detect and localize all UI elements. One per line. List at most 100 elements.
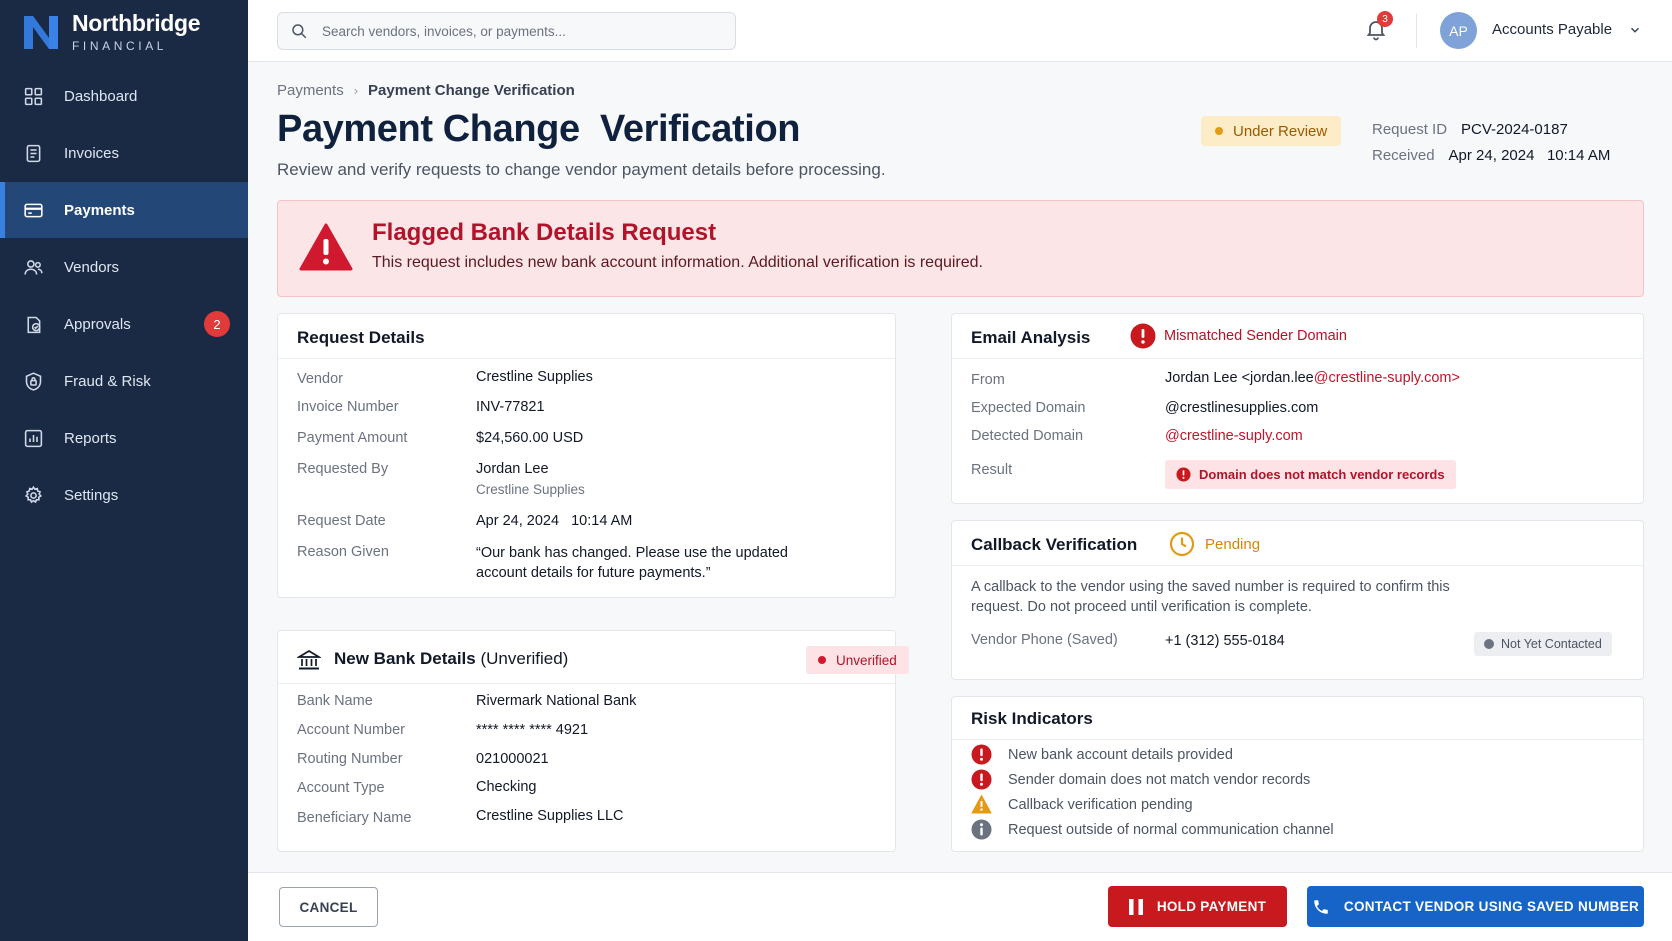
sidebar-item-label: Payments [64, 201, 135, 219]
divider [278, 358, 895, 359]
bank-icon [297, 650, 321, 670]
result-label: Result [971, 462, 1013, 478]
routing-number-value: 021000021 [476, 751, 549, 767]
chevron-down-icon[interactable] [1628, 23, 1642, 37]
sidebar-item-label: Invoices [64, 144, 120, 162]
divider [1416, 14, 1417, 48]
vendor-label: Vendor [297, 371, 343, 387]
warning-triangle-icon [971, 795, 992, 814]
hold-payment-button[interactable]: HOLD PAYMENT [1108, 886, 1287, 927]
sidebar-item-dashboard[interactable]: Dashboard [0, 68, 248, 124]
card-title: Request Details [297, 328, 425, 347]
mismatch-label: Mismatched Sender Domain [1164, 328, 1347, 344]
status-label: Under Review [1233, 122, 1328, 140]
notification-count-badge: 3 [1377, 11, 1393, 27]
pause-icon [1128, 898, 1143, 915]
detected-domain-value: @crestline-suply.com [1165, 428, 1303, 444]
account-number-value: **** **** **** 4921 [476, 722, 589, 738]
contact-status-label: Not Yet Contacted [1501, 637, 1602, 651]
from-domain: @crestline-suply.com> [1313, 370, 1460, 386]
result-text: Domain does not match vendor records [1199, 467, 1445, 482]
error-circle-icon [971, 744, 992, 765]
credit-card-icon [22, 199, 44, 221]
result-badge: Domain does not match vendor records [1165, 460, 1456, 489]
card-title: New Bank Details (Unverified) [334, 649, 568, 669]
shield-lock-icon [22, 370, 44, 392]
approvals-count-badge: 2 [204, 311, 230, 337]
beneficiary-label: Beneficiary Name [297, 810, 412, 826]
sidebar-item-vendors[interactable]: Vendors [0, 239, 248, 295]
brand-name: Northbridge [72, 10, 201, 36]
routing-number-label: Routing Number [297, 751, 403, 767]
callback-instructions: A callback to the vendor using the saved… [971, 579, 1450, 615]
risk-item: New bank account details provided [971, 744, 1233, 765]
notifications-button[interactable]: 3 [1364, 11, 1393, 43]
invoice-value: INV-77821 [476, 399, 545, 415]
request-meta: Request ID PCV-2024-0187 Received Apr 24… [1372, 116, 1610, 168]
risk-item: Sender domain does not match vendor reco… [971, 769, 1310, 790]
avatar[interactable]: AP [1440, 12, 1477, 49]
card-title: Email Analysis [971, 328, 1091, 347]
contact-vendor-label: CONTACT VENDOR USING SAVED NUMBER [1343, 899, 1640, 914]
divider [952, 565, 1643, 566]
user-name[interactable]: Accounts Payable [1492, 21, 1612, 38]
breadcrumb: Payments › Payment Change Verification [277, 82, 575, 99]
divider [952, 358, 1643, 359]
sidebar-item-invoices[interactable]: Invoices [0, 125, 248, 181]
vendor-phone-value: +1 (312) 555-0184 [1165, 633, 1285, 649]
account-number-label: Account Number [297, 722, 405, 738]
status-dot [1484, 639, 1494, 649]
breadcrumb-current: Payment Change Verification [368, 82, 575, 99]
search-input[interactable] [322, 23, 722, 39]
sidebar-item-settings[interactable]: Settings [0, 467, 248, 523]
cancel-button[interactable]: CANCEL [279, 887, 378, 927]
page-title: Payment Change Verification [277, 108, 801, 150]
logo[interactable]: Northbridge FINANCIAL [0, 0, 248, 64]
pending-status: Pending [1169, 531, 1260, 557]
from-label: From [971, 372, 1005, 388]
sidebar-item-reports[interactable]: Reports [0, 410, 248, 466]
amount-value: $24,560.00 USD [476, 430, 584, 446]
sidebar-item-approvals[interactable]: Approvals 2 [0, 296, 248, 352]
sidebar-item-fraud-risk[interactable]: Fraud & Risk [0, 353, 248, 409]
gear-icon [22, 484, 44, 506]
risk-item-text: Request outside of normal communication … [1008, 821, 1334, 838]
account-type-value: Checking [476, 779, 537, 795]
request-details-card: Request Details Vendor Crestline Supplie… [277, 313, 896, 598]
sidebar-item-payments[interactable]: Payments [0, 182, 248, 238]
flagged-alert: Flagged Bank Details Request This reques… [277, 200, 1644, 297]
sidebar-item-label: Vendors [64, 258, 120, 276]
bar-chart-icon [22, 427, 44, 449]
mismatch-flag: Mismatched Sender Domain [1130, 323, 1347, 349]
received-date: Apr 24, 2024 10:14 AM [1448, 146, 1611, 164]
hold-payment-label: HOLD PAYMENT [1156, 899, 1267, 914]
error-circle-icon [1130, 323, 1156, 349]
reason-line-2: account details for future payments.” [476, 565, 711, 581]
brand-subtitle: FINANCIAL [72, 39, 168, 53]
account-type-label: Account Type [297, 780, 385, 796]
status-dot [818, 656, 826, 664]
users-icon [22, 256, 44, 278]
sidebar-item-label: Dashboard [64, 87, 138, 105]
contact-vendor-button[interactable]: CONTACT VENDOR USING SAVED NUMBER [1307, 886, 1644, 927]
unverified-label: Unverified [836, 652, 897, 668]
logo-mark-icon [24, 16, 58, 49]
request-id: PCV-2024-0187 [1461, 120, 1568, 138]
requested-by-label: Requested By [297, 461, 389, 477]
divider [952, 739, 1643, 740]
received-label: Received [1372, 146, 1435, 164]
vendor-phone-label: Vendor Phone (Saved) [971, 632, 1118, 648]
risk-indicators-card: Risk Indicators New bank account details… [951, 696, 1644, 852]
bank-details-suffix: (Unverified) [480, 649, 569, 668]
requested-by-value: Jordan Lee [476, 461, 549, 477]
search-box[interactable] [277, 12, 736, 50]
bank-name-value: Rivermark National Bank [476, 693, 637, 709]
callback-verification-card: Callback Verification Pending A callback… [951, 520, 1644, 680]
status-dot [1215, 127, 1223, 135]
phone-icon [1314, 899, 1328, 914]
risk-item: Request outside of normal communication … [971, 819, 1334, 840]
sidebar-nav: Dashboard Invoices Payments Vendors Appr… [0, 68, 248, 523]
expected-domain-value: @crestlinesupplies.com [1165, 400, 1319, 416]
divider [278, 683, 895, 684]
breadcrumb-link-payments[interactable]: Payments [277, 82, 344, 99]
